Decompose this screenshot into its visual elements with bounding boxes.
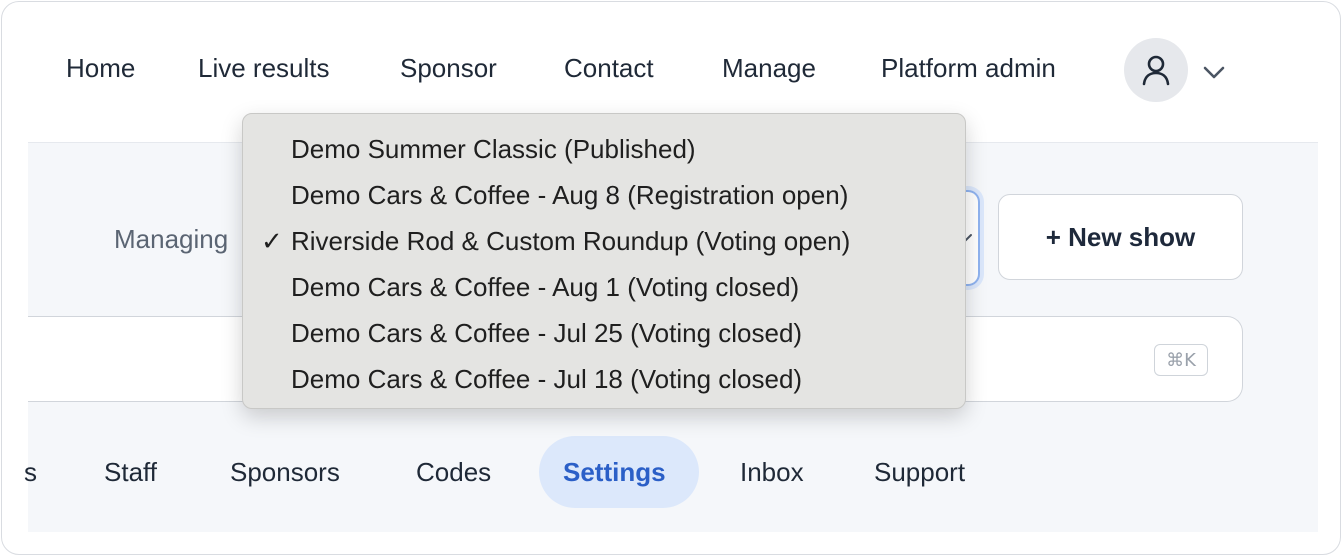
tab-support[interactable]: Support [874,457,965,488]
tab-inbox[interactable]: Inbox [740,457,804,488]
nav-contact[interactable]: Contact [564,53,654,84]
tab-codes[interactable]: Codes [416,457,491,488]
nav-sponsor[interactable]: Sponsor [400,53,497,84]
menu-option[interactable]: Demo Summer Classic (Published) [291,134,696,165]
nav-live-results[interactable]: Live results [198,53,330,84]
chevron-down-icon[interactable] [1200,58,1228,86]
avatar[interactable] [1124,38,1188,102]
tab-truncated[interactable]: s [24,457,37,488]
new-show-button[interactable]: + New show [998,194,1243,280]
menu-option[interactable]: Demo Cars & Coffee - Aug 1 (Voting close… [291,272,799,303]
managing-label: Managing [114,224,229,254]
menu-option[interactable]: Demo Cars & Coffee - Jul 18 (Voting clos… [291,364,802,395]
menu-option[interactable]: Demo Cars & Coffee - Jul 25 (Voting clos… [291,318,802,349]
nav-platform-admin[interactable]: Platform admin [881,53,1056,84]
menu-option-selected[interactable]: Riverside Rod & Custom Roundup (Voting o… [291,226,850,257]
tab-sponsors[interactable]: Sponsors [230,457,340,488]
tab-staff[interactable]: Staff [104,457,157,488]
shortcut-hint: ⌘K [1154,344,1208,376]
nav-manage[interactable]: Manage [722,53,816,84]
nav-home[interactable]: Home [66,53,135,84]
menu-option[interactable]: Demo Cars & Coffee - Aug 8 (Registration… [291,180,848,211]
show-dropdown-menu: Demo Summer Classic (Published) Demo Car… [242,113,966,409]
app-window: Home Live results Sponsor Contact Manage… [1,1,1341,555]
checkmark-icon: ✓ [261,226,283,256]
user-icon [1142,55,1170,86]
tab-settings[interactable]: Settings [563,457,666,488]
